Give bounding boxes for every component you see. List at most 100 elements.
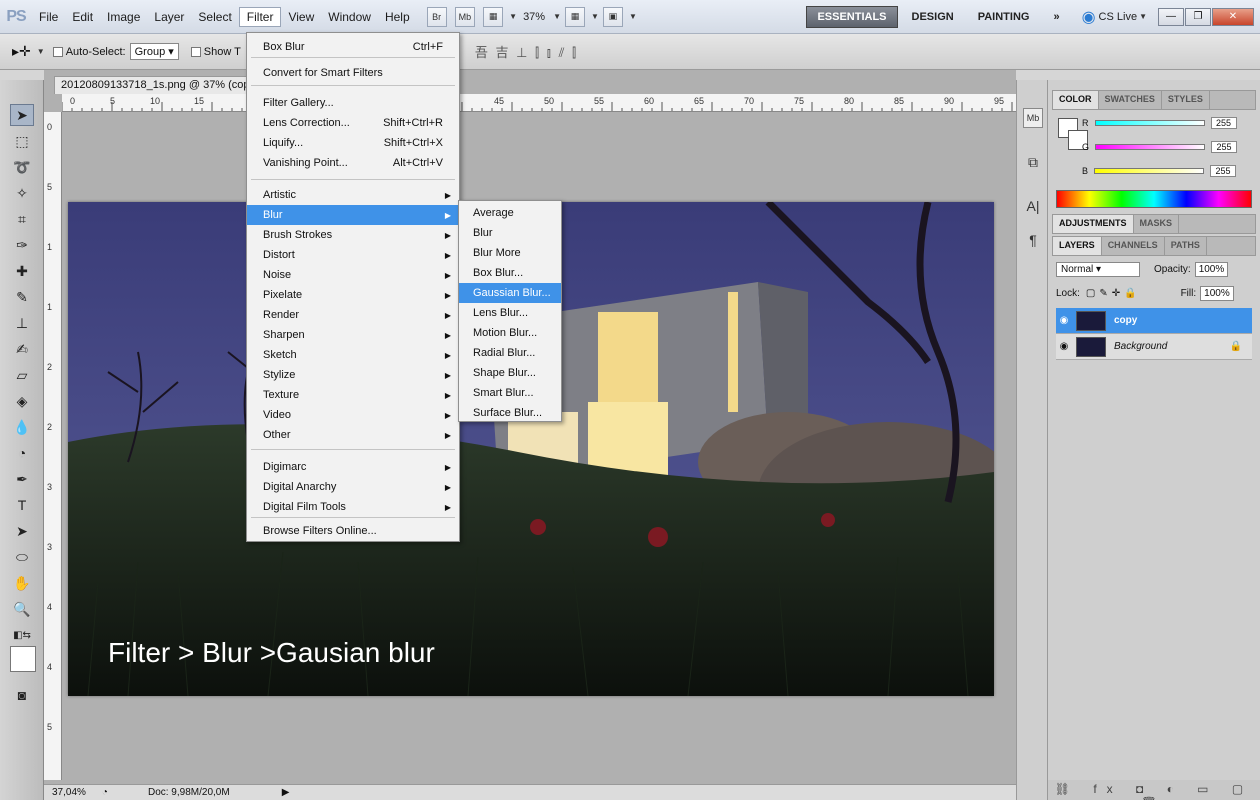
tab-color[interactable]: COLOR — [1053, 91, 1099, 109]
blue-value[interactable]: 255 — [1210, 165, 1237, 177]
arrange-documents-icon[interactable]: ▦ — [565, 6, 586, 27]
filter-menu-item-video[interactable]: Video ▶ — [247, 405, 459, 425]
filter-menu-item-stylize[interactable]: Stylize ▶ — [247, 365, 459, 385]
chevron-down-icon[interactable]: ▼ — [37, 47, 45, 56]
tab-adjustments[interactable]: ADJUSTMENTS — [1053, 215, 1134, 233]
close-button[interactable]: ✕ — [1212, 7, 1254, 26]
filter-menu-item-vanishing-point[interactable]: Vanishing Point... Alt+Ctrl+V — [247, 153, 459, 173]
filter-menu-item-box-blur[interactable]: Box Blur Ctrl+F — [247, 37, 459, 57]
blue-slider[interactable] — [1094, 168, 1205, 174]
cs-live-button[interactable]: ◉ CS Live ▼ — [1082, 7, 1147, 27]
extras-icon[interactable]: ▦ — [483, 6, 504, 27]
tab-masks[interactable]: MASKS — [1134, 215, 1180, 233]
blur-submenu-item-gaussian-blur[interactable]: Gaussian Blur... — [459, 283, 561, 303]
chevron-down-icon[interactable]: ▼ — [591, 12, 599, 21]
paint-bucket-tool-icon[interactable]: ◈ — [10, 390, 34, 412]
blur-submenu-item-shape-blur[interactable]: Shape Blur... — [459, 363, 561, 383]
filter-menu-item-digimarc[interactable]: Digimarc ▶ — [247, 457, 459, 477]
filter-menu-item-other[interactable]: Other ▶ — [247, 425, 459, 445]
crop-tool-icon[interactable]: ⌗ — [10, 208, 34, 230]
status-doc-info[interactable]: Doc: 9,98M/20,0M — [148, 787, 230, 798]
layer-row-copy[interactable]: ◉ copy — [1056, 308, 1252, 334]
status-zoom[interactable]: 37,04% — [52, 787, 86, 798]
chevron-down-icon[interactable]: ▼ — [629, 12, 637, 21]
type-tool-icon[interactable]: T — [10, 494, 34, 516]
red-slider[interactable] — [1094, 120, 1205, 126]
filter-menu-item-sharpen[interactable]: Sharpen ▶ — [247, 325, 459, 345]
fill-field[interactable]: 100% — [1200, 285, 1234, 301]
move-tool-icon[interactable]: ▸✛ — [12, 43, 31, 60]
tab-swatches[interactable]: SWATCHES — [1099, 91, 1162, 109]
align-distribute-icons[interactable]: 吾 吉 ⊥ ⫿ ⫾ ⫽ ⫿ — [475, 42, 578, 61]
pen-tool-icon[interactable]: ✒ — [10, 468, 34, 490]
clone-stamp-tool-icon[interactable]: ⊥ — [10, 312, 34, 334]
eraser-tool-icon[interactable]: ▱ — [10, 364, 34, 386]
filter-menu-item-filter-gallery[interactable]: Filter Gallery... — [247, 93, 459, 113]
blur-submenu-item-radial-blur[interactable]: Radial Blur... — [459, 343, 561, 363]
workspace-design[interactable]: DESIGN — [902, 7, 964, 27]
quick-mask-icon[interactable]: ◙ — [10, 684, 34, 706]
tab-styles[interactable]: STYLES — [1162, 91, 1210, 109]
workspace-essentials[interactable]: ESSENTIALS — [806, 5, 898, 28]
filter-menu-item-browse-filters-online[interactable]: Browse Filters Online... — [247, 521, 459, 541]
auto-select-dropdown[interactable]: Group ▾ — [129, 43, 179, 60]
foreground-color-swatch[interactable] — [10, 646, 36, 672]
blur-submenu-item-box-blur[interactable]: Box Blur... — [459, 263, 561, 283]
eye-icon[interactable]: ◉ — [1056, 315, 1072, 326]
filter-menu-item-lens-correction[interactable]: Lens Correction... Shift+Ctrl+R — [247, 113, 459, 133]
mini-bridge-panel-icon[interactable]: Mb — [1023, 108, 1043, 128]
path-selection-tool-icon[interactable]: ➤ — [10, 520, 34, 542]
maximize-button[interactable]: ❐ — [1185, 7, 1211, 26]
filter-menu-item-sketch[interactable]: Sketch ▶ — [247, 345, 459, 365]
workspace-painting[interactable]: PAINTING — [968, 7, 1040, 27]
history-panel-icon[interactable]: ⧉ — [1023, 152, 1043, 172]
show-transform-checkbox[interactable] — [190, 46, 201, 57]
filter-menu-item-artistic[interactable]: Artistic ▶ — [247, 185, 459, 205]
menu-image[interactable]: Image — [100, 8, 147, 26]
filter-menu-item-distort[interactable]: Distort ▶ — [247, 245, 459, 265]
character-panel-icon[interactable]: A| — [1023, 196, 1043, 216]
eye-icon[interactable]: ◉ — [1056, 341, 1072, 352]
dodge-tool-icon[interactable]: ◔ — [10, 442, 34, 464]
filter-menu-item-pixelate[interactable]: Pixelate ▶ — [247, 285, 459, 305]
marquee-tool-icon[interactable]: ⬚ — [10, 130, 34, 152]
filter-menu-item-digital-anarchy[interactable]: Digital Anarchy ▶ — [247, 477, 459, 497]
mini-bridge-button[interactable]: Mb — [454, 6, 476, 27]
blur-submenu-item-motion-blur[interactable]: Motion Blur... — [459, 323, 561, 343]
chevron-down-icon[interactable]: ▼ — [509, 12, 517, 21]
blur-submenu-item-lens-blur[interactable]: Lens Blur... — [459, 303, 561, 323]
auto-select-checkbox[interactable] — [52, 46, 63, 57]
bridge-button[interactable]: Br — [426, 6, 447, 27]
zoom-level[interactable]: 37% — [523, 11, 545, 23]
minimize-button[interactable]: — — [1158, 7, 1184, 26]
menu-window[interactable]: Window — [321, 8, 378, 26]
blur-submenu-item-average[interactable]: Average — [459, 203, 561, 223]
blur-submenu-item-blur-more[interactable]: Blur More — [459, 243, 561, 263]
status-info-icon[interactable]: ◔ — [102, 787, 108, 798]
shape-tool-icon[interactable]: ⬭ — [10, 546, 34, 568]
blur-submenu-item-smart-blur[interactable]: Smart Blur... — [459, 383, 561, 403]
blur-submenu-item-surface-blur[interactable]: Surface Blur... — [459, 403, 561, 423]
blur-tool-icon[interactable]: 💧 — [10, 416, 34, 438]
filter-menu-item-blur[interactable]: Blur ▶ — [247, 205, 459, 225]
status-arrow-icon[interactable]: ▶ — [282, 787, 290, 798]
menu-file[interactable]: File — [32, 8, 65, 26]
green-value[interactable]: 255 — [1211, 141, 1238, 153]
filter-menu-item-render[interactable]: Render ▶ — [247, 305, 459, 325]
menu-help[interactable]: Help — [378, 8, 417, 26]
filter-menu-item-convert-for-smart-filters[interactable]: Convert for Smart Filters — [247, 63, 459, 83]
eyedropper-tool-icon[interactable]: ✑ — [10, 234, 34, 256]
menu-select[interactable]: Select — [191, 8, 238, 26]
menu-filter[interactable]: Filter — [238, 6, 282, 27]
hand-tool-icon[interactable]: ✋ — [10, 572, 34, 594]
tab-channels[interactable]: CHANNELS — [1102, 237, 1165, 255]
blur-submenu-item-blur[interactable]: Blur — [459, 223, 561, 243]
move-tool-icon[interactable]: ➤ — [10, 104, 34, 126]
lasso-tool-icon[interactable]: ➰ — [10, 156, 34, 178]
filter-menu-item-liquify[interactable]: Liquify... Shift+Ctrl+X — [247, 133, 459, 153]
zoom-tool-icon[interactable]: 🔍 — [10, 598, 34, 620]
filter-menu-item-texture[interactable]: Texture ▶ — [247, 385, 459, 405]
lock-icons[interactable]: ▢✎✛🔒 — [1086, 288, 1141, 299]
tab-paths[interactable]: PATHS — [1165, 237, 1207, 255]
menu-layer[interactable]: Layer — [147, 8, 191, 26]
